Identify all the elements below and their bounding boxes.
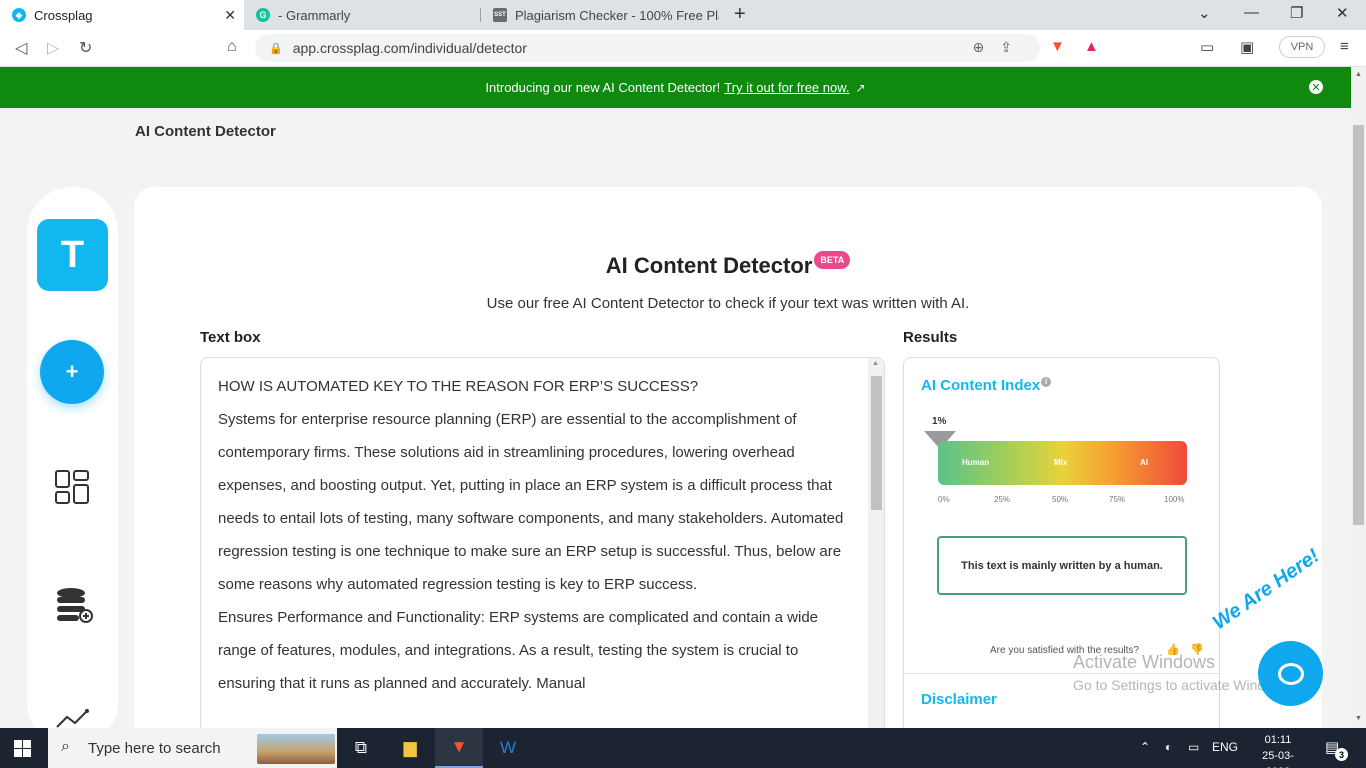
minimize-button[interactable]: —: [1244, 4, 1259, 21]
gauge-tick: 100%: [1164, 495, 1185, 504]
share-icon[interactable]: ⇪: [1000, 39, 1028, 55]
tab-title: Plagiarism Checker - 100% Free Plagia: [515, 7, 719, 23]
promo-banner: Introducing our new AI Content Detector!…: [0, 67, 1351, 108]
banner-close-icon[interactable]: ✕: [1309, 80, 1323, 94]
omnibox-actions: ⊕⇪: [973, 39, 1028, 56]
search-highlight-image: [257, 734, 335, 764]
gauge-tick: 75%: [1109, 495, 1126, 504]
tab-crossplag[interactable]: ◆ Crossplag ✕: [0, 0, 244, 30]
page-scrollbar[interactable]: ▲ ▼: [1351, 67, 1366, 728]
close-tab-icon[interactable]: ✕: [224, 7, 236, 24]
banner-link[interactable]: Try it out for free now.: [724, 80, 849, 95]
battery-icon[interactable]: ▭: [1188, 740, 1199, 754]
disclaimer-heading[interactable]: Disclaimer: [921, 691, 997, 708]
reload-icon[interactable]: ↻: [79, 38, 92, 58]
sidebar-toggle-icon[interactable]: ▭: [1200, 38, 1214, 56]
wallet-icon[interactable]: ▣: [1240, 38, 1254, 56]
results-label: Results: [903, 329, 958, 346]
meet-now-icon[interactable]: ◐: [1165, 740, 1172, 754]
language-indicator[interactable]: ENG: [1212, 740, 1238, 754]
tab-plagiarism-checker[interactable]: SST Plagiarism Checker - 100% Free Plagi…: [481, 0, 723, 30]
page-scroll-up-icon[interactable]: ▲: [1355, 71, 1362, 78]
dashboard-icon[interactable]: [55, 470, 89, 509]
text-input-area[interactable]: HOW IS AUTOMATED KEY TO THE REASON FOR E…: [200, 357, 885, 757]
gauge-tick: 50%: [1052, 495, 1069, 504]
notification-count-badge: 3: [1335, 748, 1348, 761]
textbox-scrollbar[interactable]: ▲: [868, 358, 884, 756]
chat-icon: [1277, 662, 1304, 685]
task-view-icon[interactable]: ⧉: [337, 728, 385, 768]
tab-search-chevron-icon[interactable]: ⌄: [1198, 4, 1211, 22]
crossplag-favicon-icon: ◆: [12, 8, 26, 22]
gauge-tick: 0%: [938, 495, 950, 504]
score-label: 1%: [932, 416, 947, 427]
vpn-button[interactable]: VPN: [1279, 36, 1325, 58]
detector-title: AI Content Detector BETA: [134, 251, 1322, 279]
gauge-ticks: 0% 25% 50% 75% 100%: [938, 495, 1187, 507]
system-clock[interactable]: 01:11 25-03-2023: [1250, 732, 1306, 768]
file-explorer-icon[interactable]: ▆: [386, 728, 434, 768]
textbox-label: Text box: [200, 329, 261, 346]
grammarly-favicon-icon: G: [256, 8, 270, 22]
gauge-bar: Human Mix AI: [938, 441, 1187, 485]
sidebar: T +: [27, 187, 118, 747]
banner-text: Introducing our new AI Content Detector!: [485, 80, 721, 95]
text-paragraph: Ensures Performance and Functionality: E…: [218, 609, 819, 692]
results-panel: AI Content Index i 1% Human Mix AI 0% 25%…: [903, 357, 1220, 757]
sst-favicon-icon: SST: [493, 8, 507, 22]
database-add-icon[interactable]: [55, 587, 93, 628]
taskbar-search[interactable]: ⌕ Type here to search: [48, 728, 337, 768]
word-icon[interactable]: W: [484, 728, 532, 768]
external-link-icon[interactable]: ↗: [856, 81, 866, 95]
ai-content-index-title: AI Content Index i: [921, 377, 1052, 394]
tab-title: Crossplag: [34, 7, 93, 23]
scrollbar-thumb[interactable]: [871, 376, 882, 510]
beta-badge: BETA: [814, 251, 851, 269]
search-placeholder: Type here to search: [88, 739, 221, 757]
text-paragraph: HOW IS AUTOMATED KEY TO THE REASON FOR E…: [218, 378, 699, 395]
back-icon[interactable]: ◁: [15, 38, 27, 58]
info-icon[interactable]: i: [1041, 377, 1052, 387]
gauge-label-mix: Mix: [1054, 458, 1068, 467]
chat-button[interactable]: [1258, 641, 1323, 706]
gauge-label-human: Human: [962, 458, 990, 467]
address-bar: ◁ ▷ ↻ ⌂ 🔒 app.crossplag.com/individual/d…: [0, 30, 1366, 67]
new-scan-button[interactable]: +: [40, 340, 104, 404]
url-field[interactable]: 🔒 app.crossplag.com/individual/detector …: [255, 34, 1040, 62]
gauge-tick: 25%: [994, 495, 1011, 504]
ai-detector-nav-icon[interactable]: T: [37, 219, 108, 291]
page-scroll-down-icon[interactable]: ▼: [1355, 715, 1362, 722]
forward-icon[interactable]: ▷: [47, 38, 59, 58]
tray-chevron-icon[interactable]: ⌃: [1140, 740, 1150, 754]
lock-icon: 🔒: [269, 42, 283, 55]
bookmark-icon[interactable]: ⌂: [227, 38, 237, 56]
menu-icon[interactable]: ≡: [1340, 38, 1349, 55]
page-heading: AI Content Detector: [135, 123, 276, 140]
tab-strip: ◆ Crossplag ✕ G - Grammarly SST Plagiari…: [0, 0, 1366, 30]
search-icon: ⌕: [61, 738, 70, 755]
new-tab-button[interactable]: +: [734, 3, 746, 26]
text-content[interactable]: HOW IS AUTOMATED KEY TO THE REASON FOR E…: [218, 370, 858, 700]
url-text: app.crossplag.com/individual/detector: [292, 40, 527, 56]
tab-title: - Grammarly: [278, 7, 351, 23]
tab-grammarly[interactable]: G - Grammarly: [244, 0, 480, 30]
close-window-button[interactable]: ✕: [1336, 4, 1349, 22]
windows-start-icon[interactable]: [14, 740, 31, 757]
page-scrollbar-thumb[interactable]: [1353, 125, 1364, 525]
zoom-icon[interactable]: ⊕: [973, 39, 1001, 55]
windows-taskbar: ⌕ Type here to search ⧉ ▆ ▼ W ⌃ ◐ ▭ ENG …: [0, 728, 1366, 768]
brave-browser-icon[interactable]: ▼: [435, 728, 483, 768]
clock-time: 01:11: [1264, 734, 1292, 746]
verdict-box: This text is mainly written by a human.: [937, 536, 1187, 595]
brave-shields-icon[interactable]: ▼: [1050, 38, 1065, 55]
gauge-label-ai: AI: [1140, 458, 1148, 467]
detector-subtitle: Use our free AI Content Detector to chec…: [486, 295, 970, 312]
text-paragraph: Systems for enterprise resource planning…: [218, 411, 844, 593]
scroll-up-icon[interactable]: ▲: [872, 360, 879, 367]
brave-rewards-icon[interactable]: ▲: [1084, 38, 1099, 55]
clock-date: 25-03-2023: [1262, 750, 1294, 768]
restore-button[interactable]: ❐: [1290, 4, 1303, 22]
